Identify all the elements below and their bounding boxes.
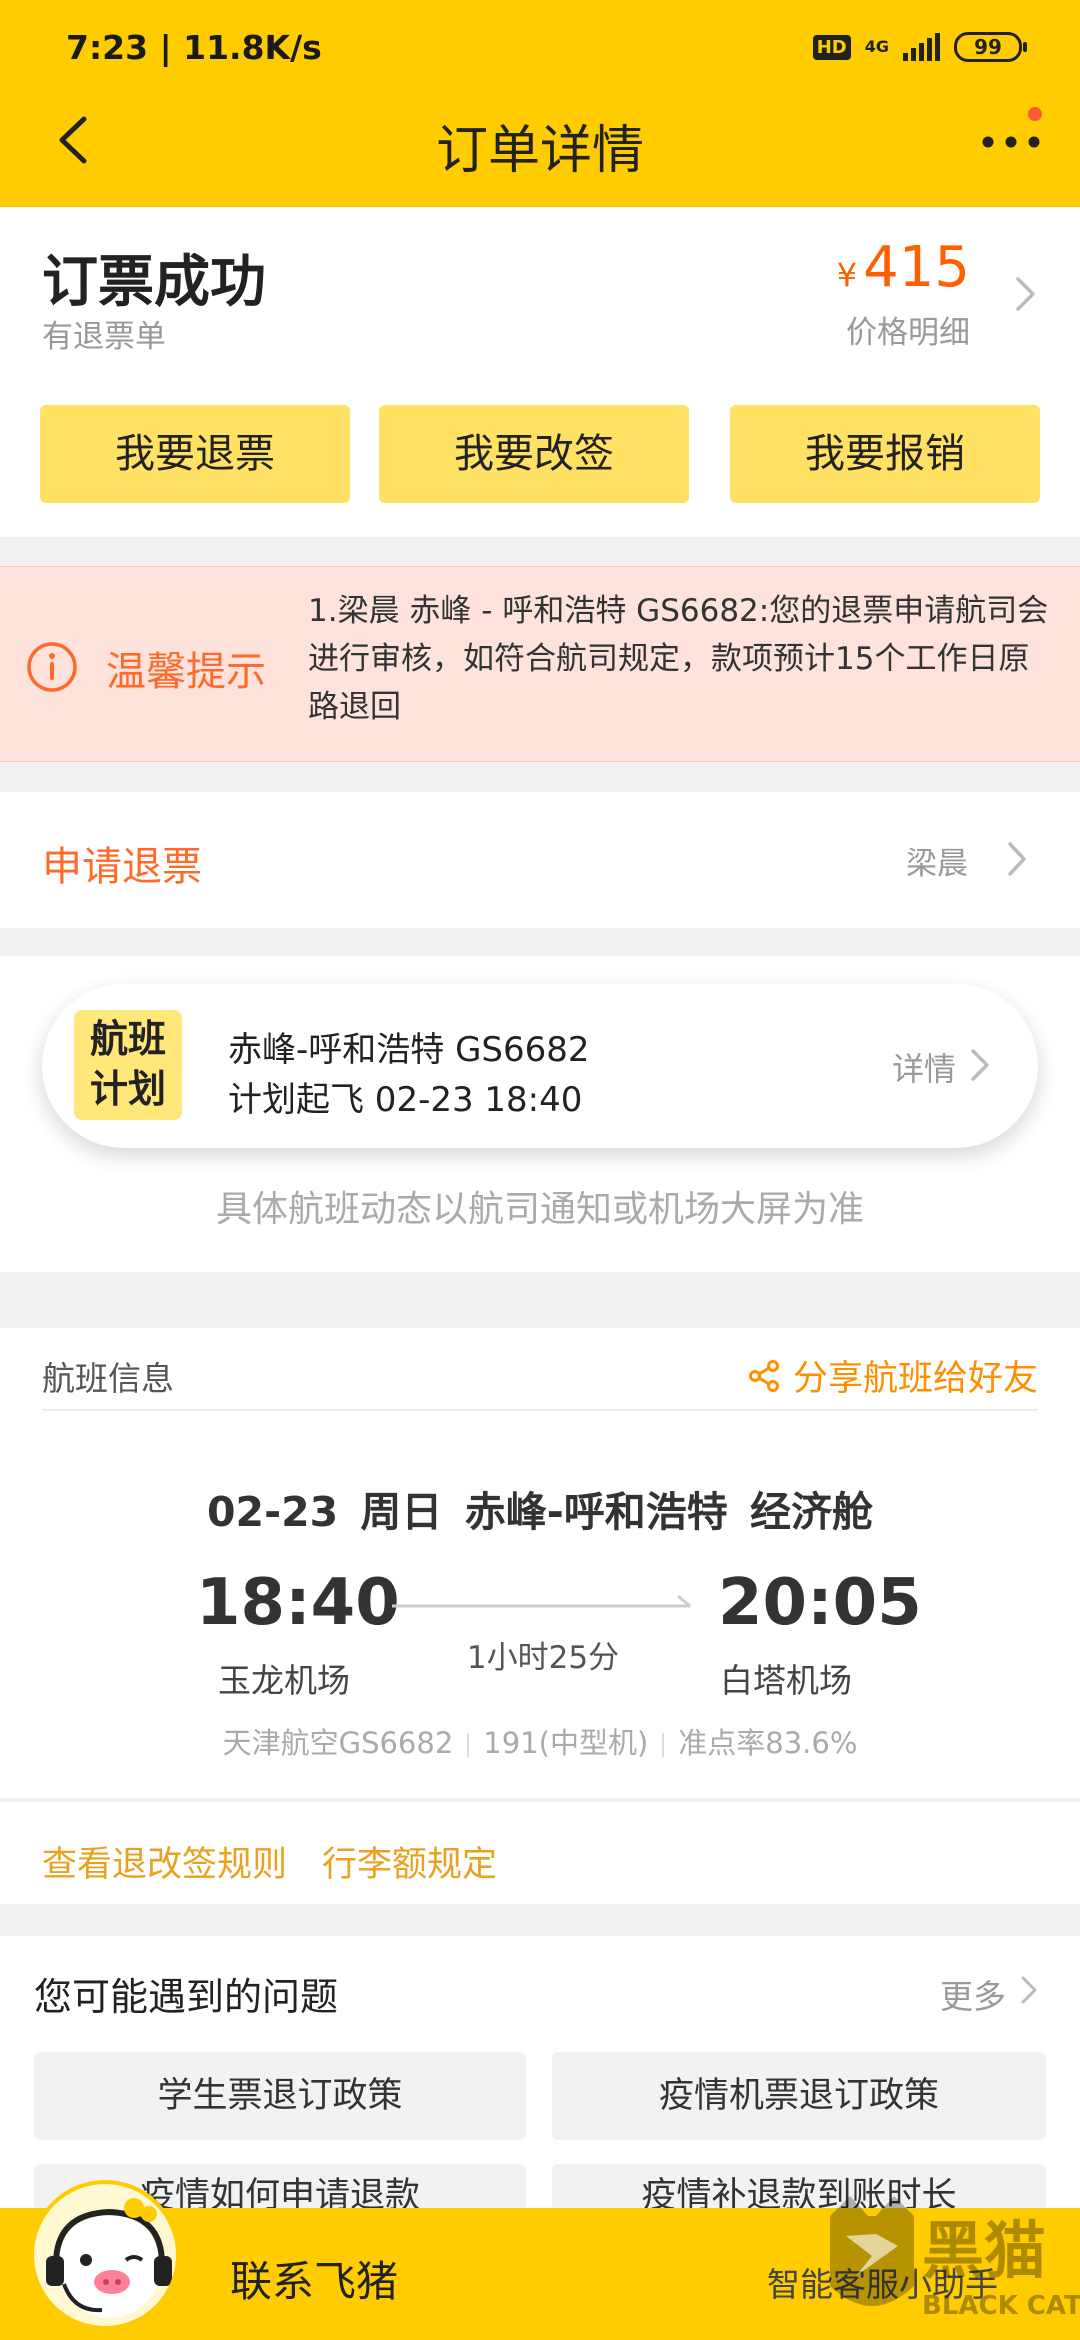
chevron-right-icon [971, 1049, 989, 1081]
arrival-airport: 白塔机场 [720, 1661, 852, 1700]
order-price[interactable]: ¥415 [837, 235, 970, 300]
flight-meta: 天津航空GS6682 191(中型机) 准点率83.6% [0, 1720, 1080, 1762]
chevron-right-icon [1016, 277, 1035, 311]
flight-plan-chevron [968, 1044, 992, 1086]
order-status-card: 订票成功 有退票单 ¥415 价格明细 我要退票 我要改签 我要报销 [0, 207, 1080, 537]
divider [42, 1409, 1038, 1411]
chevron-right-icon [1021, 1976, 1037, 2004]
notice-title: 温馨提示 [106, 649, 266, 695]
share-flight-label: 分享航班给好友 [792, 1359, 1038, 1399]
meta-separator [662, 1733, 665, 1757]
price-detail-chevron[interactable] [1010, 269, 1040, 319]
reimburse-button[interactable]: 我要报销 [730, 405, 1040, 503]
chevron-right-icon [1008, 842, 1026, 876]
faq-more-link[interactable]: 更多 [940, 1970, 1006, 2018]
departure-airport: 玉龙机场 [218, 1661, 350, 1700]
rules-row: 查看退改签规则 行李额规定 [0, 1800, 1080, 1904]
warm-notice-banner: 温馨提示 1.梁晨 赤峰 - 呼和浩特 GS6682:您的退票申请航司会进行审核… [0, 566, 1080, 762]
passenger-name: 梁晨 [906, 846, 968, 882]
change-ticket-button[interactable]: 我要改签 [379, 405, 689, 503]
contact-fliggy-label: 联系飞猪 [230, 2257, 399, 2306]
refund-button[interactable]: 我要退票 [40, 405, 350, 503]
pig-mascot-icon [46, 2198, 172, 2318]
order-status-title: 订票成功 [42, 250, 266, 315]
flight-plan-note: 具体航班动态以航司通知或机场大屏为准 [215, 1189, 864, 1230]
notification-dot [1028, 107, 1042, 121]
network-4g-icon: 4G [864, 37, 889, 56]
flight-plan-time: 计划起飞 02-23 18:40 [228, 1080, 583, 1120]
flight-plan-tag-line2: 计划 [89, 1067, 166, 1111]
flight-arrow-icon [392, 1594, 691, 1608]
refund-note: 有退票单 [42, 319, 166, 355]
black-cat-watermark: 黑猫 BLACK CAT [830, 2196, 1080, 2321]
info-icon [27, 642, 77, 692]
flight-info-section: 航班信息 分享航班给好友 02-23 周日 赤峰-呼和浩特 经济舱 18:40 … [0, 1328, 1080, 1798]
flight-plan-tag-line1: 航班 [89, 1017, 166, 1061]
flight-plan-detail-link[interactable]: 详情 [892, 1044, 956, 1090]
refund-row-chevron [1004, 836, 1030, 882]
flight-plan-tag: 航班 计划 [74, 1010, 182, 1120]
flight-info-title: 航班信息 [42, 1359, 174, 1398]
signal-icon [903, 33, 940, 61]
faq-item[interactable]: 疫情机票退订政策 [552, 2052, 1046, 2140]
share-flight-button[interactable]: 分享航班给好友 [747, 1350, 1038, 1401]
punctuality-rate: 准点率83.6% [678, 1726, 858, 1760]
aircraft-type: 191(中型机) [483, 1726, 649, 1760]
flight-plan-card[interactable]: 航班 计划 赤峰-呼和浩特 GS6682 计划起飞 02-23 18:40 详情 [42, 984, 1038, 1148]
baggage-rules-link[interactable]: 行李额规定 [322, 1836, 497, 1887]
refund-application-title: 申请退票 [42, 844, 202, 890]
battery-icon: 99 [954, 32, 1027, 62]
change-rules-link[interactable]: 查看退改签规则 [42, 1836, 287, 1887]
watermark-cn: 黑猫 [922, 2214, 1046, 2287]
faq-more-chevron[interactable] [1018, 1970, 1040, 2010]
bottom-contact-bar[interactable]: 联系飞猪 智能客服小助手 黑猫 BLACK CAT [0, 2180, 1080, 2340]
flight-duration: 1小时25分 [466, 1640, 620, 1676]
hd-badge: HD [812, 34, 851, 60]
departure-time: 18:40 [196, 1566, 400, 1640]
share-icon [748, 1359, 779, 1392]
faq-item[interactable]: 学生票退订政策 [34, 2052, 526, 2140]
faq-title: 您可能遇到的问题 [34, 1975, 339, 2019]
notice-text: 1.梁晨 赤峰 - 呼和浩特 GS6682:您的退票申请航司会进行审核，如符合航… [308, 593, 1049, 725]
app-header: 7:23 | 11.8K/s HD 4G 99 订单详情 [0, 0, 1080, 207]
flight-date-line: 02-23 周日 赤峰-呼和浩特 经济舱 [207, 1488, 873, 1536]
status-bar-icons: HD 4G 99 [812, 32, 1027, 62]
arrival-time: 20:05 [718, 1566, 922, 1640]
airline-flight-number: 天津航空GS6682 [222, 1726, 454, 1760]
refund-application-row[interactable]: 申请退票 梁晨 [0, 792, 1080, 928]
page-title: 订单详情 [435, 121, 644, 181]
watermark-en: BLACK CAT [922, 2291, 1080, 2321]
price-detail-link[interactable]: 价格明细 [846, 307, 970, 352]
flight-plan-section: 航班 计划 赤峰-呼和浩特 GS6682 计划起飞 02-23 18:40 详情… [0, 956, 1080, 1272]
status-bar-time: 7:23 | 11.8K/s [66, 28, 322, 67]
meta-separator [467, 1733, 470, 1757]
flight-plan-route: 赤峰-呼和浩特 GS6682 [228, 1030, 590, 1070]
fliggy-mascot-avatar[interactable] [30, 2180, 180, 2330]
currency-symbol: ¥ [836, 256, 858, 294]
price-value: 415 [863, 235, 970, 300]
